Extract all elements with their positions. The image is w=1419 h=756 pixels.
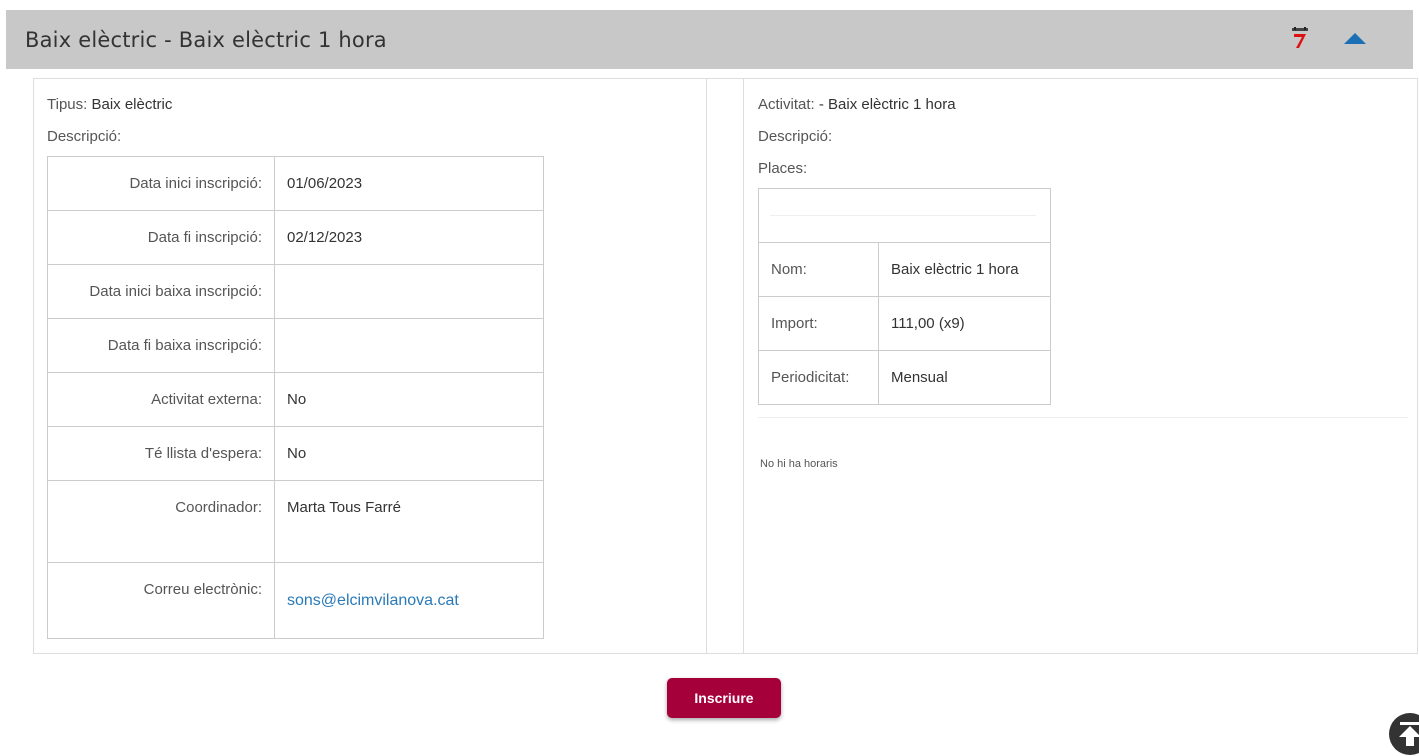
inscriure-button[interactable]: Inscriure [667,678,781,718]
row-key: Data fi baixa inscripció: [47,318,275,373]
chevron-up-icon[interactable] [1342,30,1368,46]
column-divider [706,78,707,654]
activity-title: Baix elèctric - Baix elèctric 1 hora [25,28,387,52]
section-separator [758,417,1408,418]
row-key: Té llista d'espera: [47,426,275,481]
scroll-to-top-icon[interactable] [1388,712,1419,756]
tipus-line: Tipus: Baix elèctric [47,96,172,113]
row-value: 01/06/2023 [274,156,544,211]
places-divider [770,215,1036,216]
row-key: Activitat externa: [47,372,275,427]
activitat-label: Activitat: [758,96,815,113]
places-key: Periodicitat: [758,350,879,405]
activity-header: Baix elèctric - Baix elèctric 1 hora [6,10,1413,69]
row-value: No [274,372,544,427]
descripcio-label: Descripció: [47,128,122,145]
row-key: Data inici baixa inscripció: [47,264,275,319]
row-value: No [274,426,544,481]
row-value [274,318,544,373]
email-cell: sons@elcimvilanova.cat [274,562,544,639]
table-row: Activitat externa: No [47,372,544,427]
descripcio-line: Descripció: [47,128,121,145]
row-key: Correu electrònic: [47,562,275,639]
places-table: Nom: Baix elèctric 1 hora Import: 111,00… [758,188,1051,405]
no-schedules-text: No hi ha horaris [760,458,838,470]
inscription-info-table: Data inici inscripció: 01/06/2023 Data f… [47,156,544,639]
places-label: Places: [758,160,808,177]
activitat-line: Activitat: - Baix elèctric 1 hora [758,96,956,113]
places-value: 111,00 (x9) [878,296,1051,351]
table-row: Nom: Baix elèctric 1 hora [758,242,1051,297]
calendar-icon[interactable] [1290,27,1310,49]
places-key: Nom: [758,242,879,297]
table-row: Data fi inscripció: 02/12/2023 [47,210,544,265]
table-row: Té llista d'espera: No [47,426,544,481]
places-key: Import: [758,296,879,351]
column-divider [743,78,744,654]
row-key: Data fi inscripció: [47,210,275,265]
row-value [274,264,544,319]
tipus-label: Tipus: [47,96,88,113]
row-key: Coordinador: [47,480,275,563]
table-row: Correu electrònic: sons@elcimvilanova.ca… [47,562,544,639]
activitat-value: - Baix elèctric 1 hora [818,96,956,113]
table-row: Data inici inscripció: 01/06/2023 [47,156,544,211]
places-line: Places: [758,160,807,177]
table-row: Coordinador: Marta Tous Farré [47,480,544,563]
table-row: Import: 111,00 (x9) [758,296,1051,351]
table-row: Data inici baixa inscripció: [47,264,544,319]
table-row: Data fi baixa inscripció: [47,318,544,373]
places-value: Baix elèctric 1 hora [878,242,1051,297]
email-link[interactable]: sons@elcimvilanova.cat [287,592,459,609]
tipus-value: Baix elèctric [91,96,173,113]
right-descripcio-line: Descripció: [758,128,832,145]
coordinator-value: Marta Tous Farré [274,480,544,563]
places-value: Mensual [878,350,1051,405]
row-value: 02/12/2023 [274,210,544,265]
row-key: Data inici inscripció: [47,156,275,211]
right-descripcio-label: Descripció: [758,128,833,145]
table-row: Periodicitat: Mensual [758,350,1051,405]
